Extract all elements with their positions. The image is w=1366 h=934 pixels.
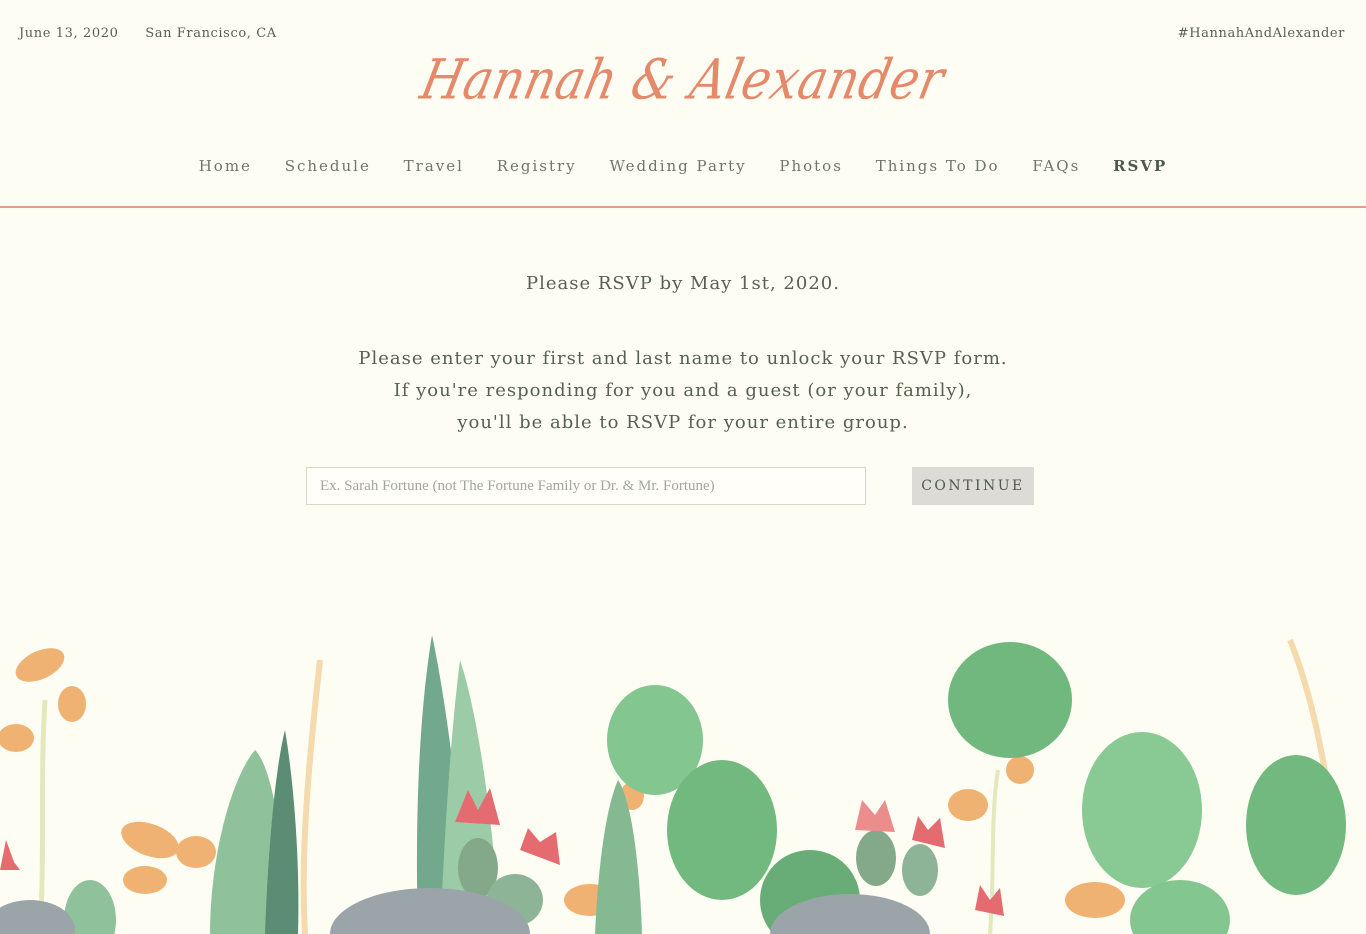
event-date: June 13, 2020 bbox=[19, 26, 119, 41]
event-location: San Francisco, CA bbox=[145, 26, 277, 41]
nav-things-to-do[interactable]: Things To Do bbox=[876, 157, 1000, 175]
nav-wedding-party[interactable]: Wedding Party bbox=[609, 157, 746, 175]
nav-schedule[interactable]: Schedule bbox=[285, 157, 371, 175]
guest-name-input[interactable] bbox=[306, 467, 866, 505]
rsvp-content: Please RSVP by May 1st, 2020. Please ent… bbox=[0, 272, 1366, 439]
main-nav: Home Schedule Travel Registry Wedding Pa… bbox=[0, 157, 1366, 175]
rsvp-deadline: Please RSVP by May 1st, 2020. bbox=[526, 273, 840, 294]
header-divider bbox=[0, 206, 1366, 208]
top-bar: June 13, 2020 San Francisco, CA #HannahA… bbox=[19, 26, 1345, 41]
nav-travel[interactable]: Travel bbox=[404, 157, 464, 175]
site-logo[interactable]: Hannah & Alexander bbox=[0, 48, 1366, 112]
rsvp-instructions: Please enter your first and last name to… bbox=[0, 343, 1366, 439]
nav-rsvp[interactable]: RSVP bbox=[1113, 157, 1167, 175]
event-info: June 13, 2020 San Francisco, CA bbox=[19, 26, 1345, 41]
continue-button[interactable]: CONTINUE bbox=[912, 467, 1034, 505]
instruction-line: If you're responding for you and a guest… bbox=[393, 380, 973, 401]
rsvp-form: CONTINUE bbox=[306, 467, 1034, 505]
nav-faqs[interactable]: FAQs bbox=[1032, 157, 1080, 175]
instruction-line: Please enter your first and last name to… bbox=[358, 348, 1008, 369]
nav-registry[interactable]: Registry bbox=[497, 157, 577, 175]
cactus-illustration bbox=[0, 635, 1346, 934]
nav-home[interactable]: Home bbox=[199, 157, 252, 175]
hashtag: #HannahAndAlexander bbox=[1177, 26, 1345, 41]
logo-text[interactable]: Hannah & Alexander bbox=[416, 48, 951, 112]
instruction-line: you'll be able to RSVP for your entire g… bbox=[457, 412, 909, 433]
nav-photos[interactable]: Photos bbox=[779, 157, 843, 175]
